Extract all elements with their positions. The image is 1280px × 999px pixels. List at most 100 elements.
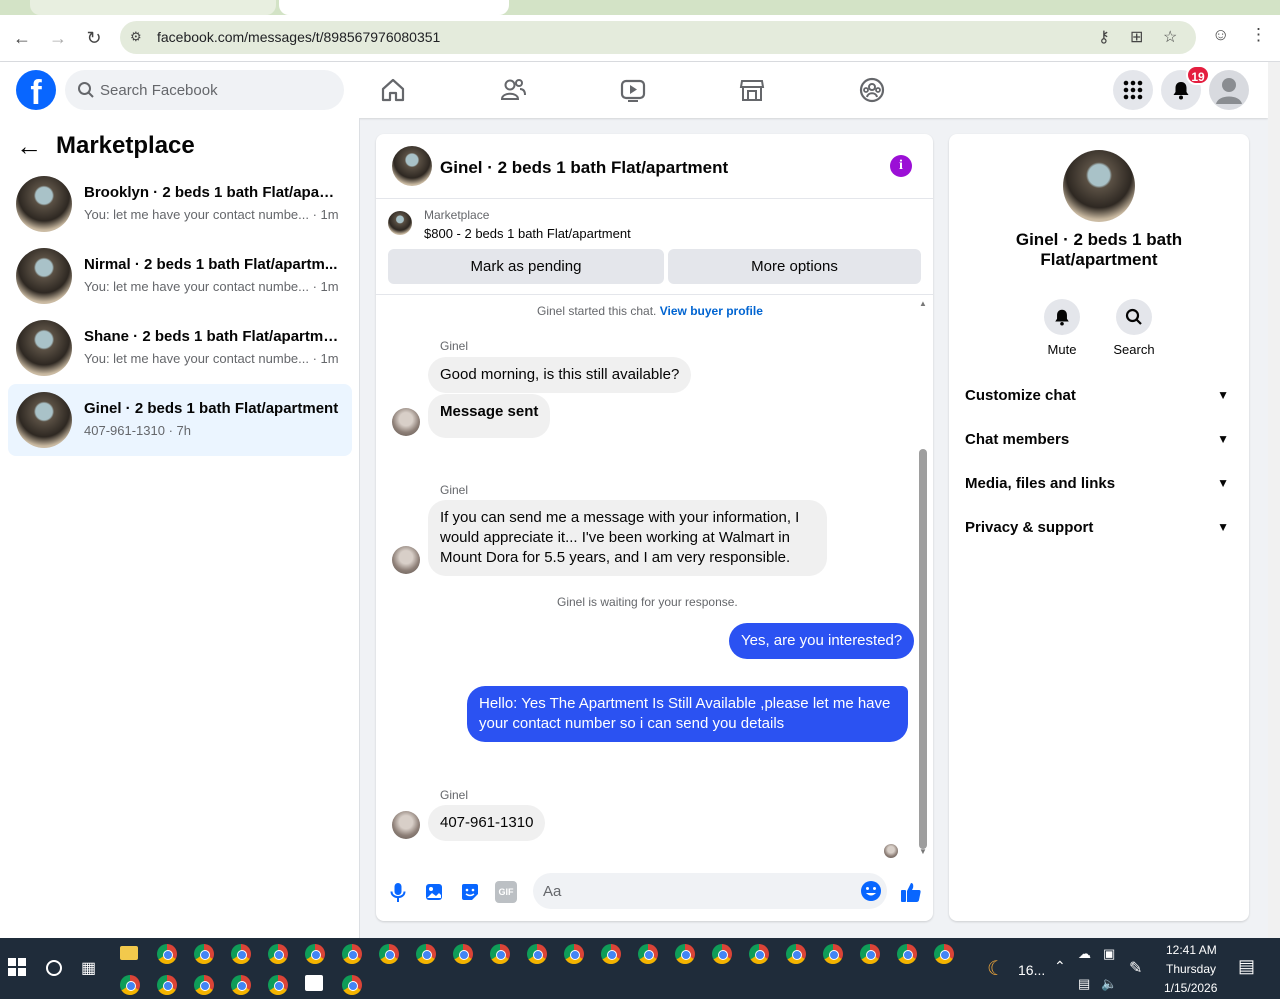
chrome-icon[interactable] (675, 944, 695, 964)
chat-scrollbar[interactable]: ▲ ▼ (917, 299, 929, 861)
browser-tab-active[interactable] (279, 0, 509, 15)
scrollbar-thumb[interactable] (919, 449, 927, 849)
windows-start-icon[interactable] (8, 958, 26, 976)
address-bar[interactable]: ⚙ facebook.com/messages/t/89856797608035… (120, 21, 1196, 54)
emoji-icon[interactable] (860, 880, 882, 902)
listing-title[interactable]: $800 - 2 beds 1 bath Flat/apartment (424, 226, 631, 241)
outgoing-message[interactable]: Hello: Yes The Apartment Is Still Availa… (467, 686, 908, 742)
chrome-icon[interactable] (564, 944, 584, 964)
customize-chat-row[interactable]: Customize chat ▼ (965, 373, 1233, 417)
chrome-icon[interactable] (490, 944, 510, 964)
clock-date[interactable]: 1/15/2026 (1164, 981, 1217, 995)
chrome-icon[interactable] (305, 944, 325, 964)
chrome-icon[interactable] (268, 944, 288, 964)
chrome-icon[interactable] (823, 944, 843, 964)
conversation-item[interactable]: Shane · 2 beds 1 bath Flat/apartme... Yo… (8, 312, 352, 384)
photo-icon[interactable] (423, 881, 445, 903)
conversation-item[interactable]: Brooklyn · 2 beds 1 bath Flat/apart... Y… (8, 168, 352, 240)
browser-tab[interactable] (30, 0, 276, 15)
chat-title[interactable]: Ginel · 2 beds 1 bath Flat/apartment (440, 158, 728, 178)
scroll-down-arrow[interactable]: ▼ (919, 847, 927, 856)
avatar[interactable] (392, 146, 432, 186)
profile-icon[interactable]: ☺ (1212, 25, 1229, 45)
chrome-icon-active[interactable] (416, 944, 436, 964)
friends-icon[interactable] (499, 76, 527, 104)
notification-center-icon[interactable]: ▤ (1238, 956, 1255, 977)
chrome-icon[interactable] (601, 944, 621, 964)
conversation-item[interactable]: Nirmal · 2 beds 1 bath Flat/apartm... Yo… (8, 240, 352, 312)
search-circle-icon[interactable] (46, 960, 62, 976)
incoming-message[interactable]: Message sent (428, 394, 551, 438)
privacy-support-row[interactable]: Privacy & support ▼ (965, 505, 1233, 549)
chrome-icon[interactable] (120, 975, 140, 995)
back-arrow-icon[interactable]: ← (9, 25, 35, 51)
reload-icon[interactable]: ↻ (81, 25, 107, 51)
chrome-icon[interactable] (453, 944, 473, 964)
onedrive-icon[interactable]: ☁ (1078, 946, 1091, 962)
page-scrollbar[interactable] (1268, 62, 1280, 938)
chrome-icon[interactable] (897, 944, 917, 964)
video-icon[interactable] (619, 76, 647, 104)
forward-arrow-icon[interactable]: → (45, 25, 71, 51)
chevron-up-icon[interactable]: ⌃ (1054, 958, 1066, 975)
chrome-icon[interactable] (749, 944, 769, 964)
search-box[interactable] (65, 70, 344, 110)
chrome-icon[interactable] (157, 944, 177, 964)
weather-text[interactable]: 16... (1018, 962, 1045, 978)
incoming-message[interactable]: Good morning, is this still available? (428, 357, 692, 393)
file-explorer-icon[interactable] (120, 946, 138, 960)
clock-day[interactable]: Thursday (1166, 962, 1216, 976)
mark-as-pending-button[interactable]: Mark as pending (388, 249, 664, 284)
view-buyer-profile-link[interactable]: View buyer profile (660, 304, 763, 318)
chrome-icon[interactable] (379, 944, 399, 964)
avatar[interactable] (392, 811, 420, 839)
groups-icon[interactable] (858, 76, 886, 104)
conversation-item-active[interactable]: Ginel · 2 beds 1 bath Flat/apartment 407… (8, 384, 352, 456)
clock-time[interactable]: 12:41 AM (1166, 943, 1217, 957)
account-button[interactable] (1209, 70, 1249, 110)
star-icon[interactable]: ☆ (1163, 27, 1177, 47)
facebook-logo[interactable]: f (16, 70, 56, 112)
chrome-icon[interactable] (194, 944, 214, 964)
pen-icon[interactable]: ✎ (1129, 958, 1142, 978)
avatar[interactable] (1063, 150, 1135, 222)
chrome-icon[interactable] (342, 944, 362, 964)
avatar[interactable] (392, 408, 420, 436)
mute-button[interactable]: Mute (1032, 299, 1092, 357)
chrome-icon[interactable] (934, 944, 954, 964)
chrome-icon[interactable] (860, 944, 880, 964)
search-in-chat-button[interactable]: Search (1104, 299, 1164, 357)
install-icon[interactable]: ⊞ (1130, 27, 1143, 47)
incoming-message[interactable]: 407-961-1310 (428, 805, 546, 841)
message-input-box[interactable] (533, 873, 887, 909)
chrome-icon[interactable] (194, 975, 214, 995)
chrome-icon[interactable] (786, 944, 806, 964)
microphone-icon[interactable] (387, 881, 409, 903)
weather-moon-icon[interactable]: ☾ (987, 956, 1005, 981)
chrome-icon[interactable] (342, 975, 362, 995)
more-options-button[interactable]: More options (668, 249, 921, 284)
site-settings-icon[interactable]: ⚙ (130, 29, 142, 45)
gif-icon[interactable]: GIF (495, 881, 517, 903)
chrome-icon[interactable] (527, 944, 547, 964)
chrome-icon[interactable] (268, 975, 288, 995)
listing-thumbnail[interactable] (388, 211, 412, 235)
avatar[interactable] (392, 546, 420, 574)
incoming-message[interactable]: If you can send me a message with your i… (428, 500, 827, 576)
search-input[interactable] (100, 70, 330, 110)
arrow-left-icon[interactable]: ← (16, 131, 42, 162)
url-text[interactable]: facebook.com/messages/t/898567976080351 (157, 29, 440, 45)
clapperboard-icon[interactable] (305, 975, 323, 991)
chrome-icon[interactable] (231, 975, 251, 995)
meet-icon[interactable]: ▣ (1103, 946, 1115, 962)
scroll-up-arrow[interactable]: ▲ (919, 299, 927, 308)
thumbs-up-icon[interactable] (899, 880, 923, 904)
chrome-icon[interactable] (712, 944, 732, 964)
outgoing-message[interactable]: Yes, are you interested? (729, 623, 915, 659)
volume-icon[interactable]: 🔈 (1101, 976, 1117, 992)
info-icon[interactable]: i (890, 155, 912, 177)
marketplace-icon[interactable] (738, 76, 766, 104)
chrome-icon[interactable] (638, 944, 658, 964)
home-icon[interactable] (379, 76, 407, 104)
message-input[interactable] (543, 873, 843, 909)
